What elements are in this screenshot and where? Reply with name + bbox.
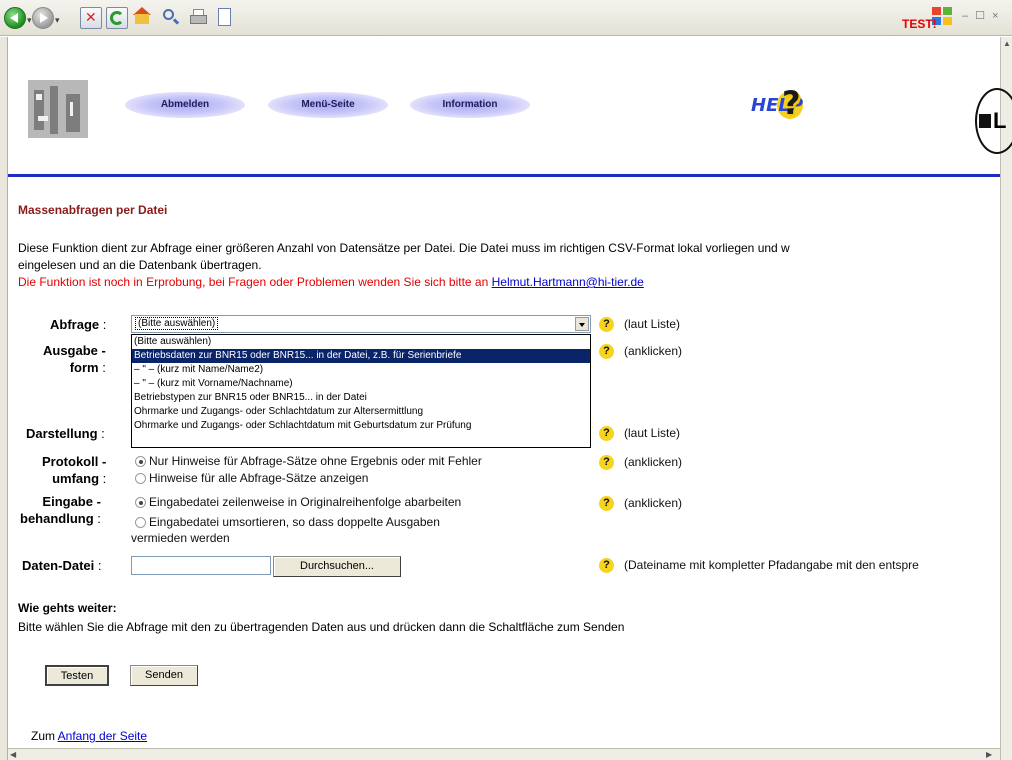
horizontal-scrollbar[interactable]: ◀ ▶ <box>8 748 1000 760</box>
help-icon[interactable]: HELP ? <box>751 84 803 122</box>
header-divider <box>8 174 1000 177</box>
protokoll-radio-2[interactable] <box>135 473 146 484</box>
protokoll-help-icon[interactable]: ? <box>599 455 614 470</box>
eingabe-hint: (anklicken) <box>624 496 683 510</box>
intro-text-line1: Diese Funktion dient zur Abfrage einer g… <box>18 241 790 255</box>
dropdown-option[interactable]: – " – (kurz mit Vorname/Nachname) <box>132 377 590 391</box>
darstellung-help-icon[interactable]: ? <box>599 426 614 441</box>
forward-icon[interactable] <box>32 7 54 29</box>
datei-help-icon[interactable]: ? <box>599 558 614 573</box>
intro-warning: Die Funktion ist noch in Erprobung, bei … <box>18 275 644 289</box>
next-text: Bitte wählen Sie die Abfrage mit den zu … <box>18 620 625 634</box>
dropdown-option[interactable]: Ohrmarke und Zugangs- oder Schlachtdatum… <box>132 405 590 419</box>
dropdown-option-highlighted[interactable]: Betriebsdaten zur BNR15 oder BNR15... in… <box>132 349 590 363</box>
ausgabeform-label: Ausgabe - form : <box>43 343 106 375</box>
back-dropdown-icon[interactable]: ▾ <box>27 15 32 26</box>
test-button[interactable]: Testen <box>45 665 109 686</box>
seal-logo: L <box>975 88 1012 154</box>
ausgabeform-help-icon[interactable]: ? <box>599 344 614 359</box>
abfrage-hint: (laut Liste) <box>624 317 681 331</box>
refresh-icon[interactable] <box>106 7 128 29</box>
home-icon[interactable] <box>132 7 154 29</box>
file-path-input[interactable] <box>131 556 271 575</box>
darstellung-hint: (laut Liste) <box>624 426 681 440</box>
protokoll-hint: (anklicken) <box>624 455 683 469</box>
dropdown-option[interactable]: – " – (kurz mit Name/Name2) <box>132 363 590 377</box>
eingabe-help-icon[interactable]: ? <box>599 496 614 511</box>
datei-label: Daten-Datei : <box>22 558 102 573</box>
page-title: Massenabfragen per Datei <box>18 203 168 217</box>
chevron-down-icon[interactable] <box>575 317 589 331</box>
dropdown-option[interactable]: Betriebstypen zur BNR15 oder BNR15... in… <box>132 391 590 405</box>
search-icon[interactable] <box>160 7 182 29</box>
scroll-right-icon[interactable]: ▶ <box>986 750 992 759</box>
forward-dropdown-icon[interactable]: ▾ <box>55 15 60 26</box>
test-label: TEST! <box>902 17 937 31</box>
print-icon[interactable] <box>188 7 210 29</box>
back-to-top-link[interactable]: Anfang der Seite <box>58 729 147 743</box>
abfrage-help-icon[interactable]: ? <box>599 317 614 332</box>
darstellung-label: Darstellung : <box>26 426 105 441</box>
abfrage-label: Abfrage : <box>50 317 107 332</box>
scroll-left-icon[interactable]: ◀ <box>10 750 16 759</box>
contact-email-link[interactable]: Helmut.Hartmann@hi-tier.de <box>492 275 644 289</box>
back-to-top: Zum Anfang der Seite <box>31 729 148 743</box>
stop-icon[interactable]: ✕ <box>80 7 102 29</box>
window-controls[interactable]: – ☐ × <box>962 9 1001 22</box>
next-heading: Wie gehts weiter: <box>18 601 117 615</box>
abfrage-select[interactable]: (Bitte auswählen) <box>131 315 591 333</box>
protokoll-option-1: Nur Hinweise für Abfrage-Sätze ohne Erge… <box>149 454 482 468</box>
abfrage-dropdown-list[interactable]: (Bitte auswählen) Betriebsdaten zur BNR1… <box>131 334 591 448</box>
send-button[interactable]: Senden <box>130 665 198 686</box>
eingabe-option-1: Eingabedatei zeilenweise in Originalreih… <box>149 495 462 509</box>
help-question-mark: ? <box>782 84 801 122</box>
edit-icon[interactable] <box>214 7 236 29</box>
hit-logo <box>28 80 88 138</box>
eingabe-option-2-cont: vermieden werden <box>131 531 230 545</box>
eingabe-label: Eingabe - behandlung : <box>20 494 101 526</box>
nav-menu-seite[interactable]: Menü-Seite <box>268 92 388 118</box>
protokoll-label: Protokoll - umfang : <box>42 454 107 486</box>
ausgabeform-hint: (anklicken) <box>624 344 683 358</box>
dropdown-option[interactable]: (Bitte auswählen) <box>132 335 590 349</box>
browser-toolbar: ▾ ▾ ✕ – ☐ × <box>0 0 1012 36</box>
eingabe-radio-1[interactable] <box>135 497 146 508</box>
back-icon[interactable] <box>4 7 26 29</box>
datei-hint: (Dateiname mit kompletter Pfadangabe mit… <box>624 558 919 572</box>
dropdown-option[interactable]: Ohrmarke und Zugangs- oder Schlachtdatum… <box>132 419 590 433</box>
intro-text-line2: eingelesen und an die Datenbank übertrag… <box>18 258 262 272</box>
scroll-up-icon[interactable]: ▲ <box>1003 39 1011 48</box>
protokoll-radio-1[interactable] <box>135 456 146 467</box>
left-frame-edge <box>0 37 8 760</box>
eingabe-option-2: Eingabedatei umsortieren, so dass doppel… <box>149 515 440 529</box>
intro-warning-text: Die Funktion ist noch in Erprobung, bei … <box>18 275 492 289</box>
protokoll-option-2: Hinweise für alle Abfrage-Sätze anzeigen <box>149 471 369 485</box>
eingabe-radio-2[interactable] <box>135 517 146 528</box>
nav-abmelden[interactable]: Abmelden <box>125 92 245 118</box>
seal-letter: L <box>993 108 1007 133</box>
browse-button[interactable]: Durchsuchen... <box>273 556 401 577</box>
nav-information[interactable]: Information <box>410 92 530 118</box>
abfrage-select-value: (Bitte auswählen) <box>135 317 219 330</box>
